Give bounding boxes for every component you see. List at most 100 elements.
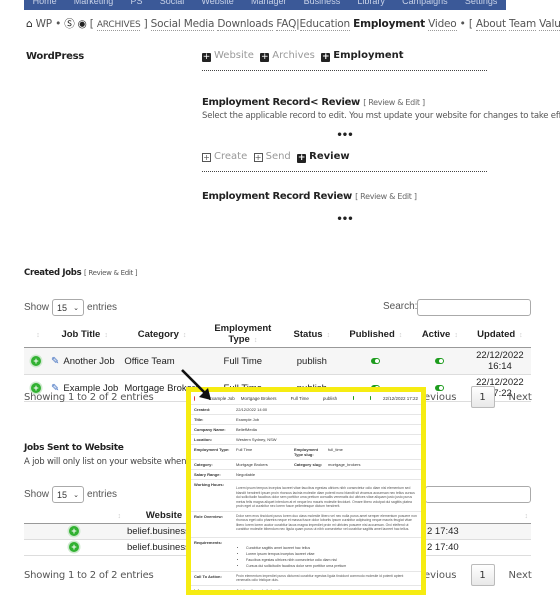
page-button[interactable]: 1	[470, 386, 495, 408]
sub-nav-downloads[interactable]: Downloads	[217, 18, 273, 31]
previous-button[interactable]: evious	[424, 570, 457, 581]
pipe-separator: |	[296, 18, 300, 30]
column-header-category[interactable]: Category ↕	[121, 321, 203, 348]
entries-select[interactable]: 15 ⌄	[52, 299, 85, 316]
tab-label: Archives	[272, 50, 315, 61]
column-header-job-title[interactable]: Job Title ↕	[48, 321, 122, 348]
next-button[interactable]: Next	[509, 392, 532, 403]
expand-row-icon[interactable]: +	[31, 382, 41, 393]
job-title-link[interactable]: Another Job	[63, 356, 114, 367]
wordpress-label: WordPress	[26, 51, 84, 62]
page-button[interactable]: 1	[470, 564, 495, 586]
column-header-control[interactable]: ↕	[24, 508, 124, 524]
preview-type: Full Time	[290, 395, 309, 401]
detail-row: Location: Western Sydney, NSW	[191, 434, 421, 444]
tab-send[interactable]: + Send	[253, 151, 291, 162]
sub-nav-social-media[interactable]: Social Media	[150, 18, 214, 31]
pointer-arrow-icon	[181, 369, 211, 400]
sort-icon: ↕	[117, 513, 122, 520]
sort-icon: ↕	[182, 331, 187, 339]
bracket-open: [	[89, 18, 94, 30]
published-toggle-icon[interactable]	[371, 357, 381, 364]
plus-square-icon: +	[321, 52, 331, 62]
top-nav-item[interactable]: Website	[201, 0, 233, 6]
top-nav-item[interactable]: Home	[33, 0, 57, 6]
sub-nav-values[interactable]: Values	[539, 18, 560, 31]
sub-nav-education[interactable]: Education	[299, 18, 350, 31]
column-header-published[interactable]: Published ↕	[340, 321, 411, 348]
review-edit-link[interactable]: [ Review & Edit ]	[363, 98, 425, 107]
home-icon[interactable]: ⌂	[26, 18, 33, 30]
bracket-open: [	[468, 18, 473, 30]
active-toggle-icon	[370, 396, 371, 400]
record-edit-description: Select the applicable record to edit. Yo…	[202, 111, 560, 121]
detail-value: Proin elementum imperdiet purus dictumst…	[236, 573, 404, 583]
published-toggle-icon	[353, 396, 355, 400]
sub-nav-team[interactable]: Team	[509, 18, 536, 31]
top-nav-item[interactable]: Social	[160, 0, 185, 6]
tab-website[interactable]: + Website	[202, 50, 254, 62]
table-info: Showing 1 to 2 of 2 entries	[24, 570, 154, 581]
review-edit-link[interactable]: [ Review & Edit ]	[355, 192, 417, 201]
tab-create[interactable]: + Create	[202, 151, 247, 162]
info-link[interactable]: https://www.beliefmedia.com	[240, 588, 291, 591]
sub-nav-faq[interactable]: FAQ	[276, 18, 296, 31]
detail-key: Requirements:	[194, 539, 223, 545]
top-nav-item[interactable]: Settings	[465, 0, 498, 6]
detail-value: Negotiable	[236, 472, 256, 477]
next-button[interactable]: Next	[509, 570, 532, 581]
column-header-control[interactable]: ↕	[24, 321, 48, 348]
top-nav-item[interactable]: Campaigns	[402, 0, 448, 6]
edit-icon[interactable]: ✎	[51, 356, 59, 367]
chevron-down-icon: ⌄	[73, 491, 80, 499]
active-toggle-icon[interactable]	[435, 357, 445, 364]
more-ellipsis[interactable]: •••	[202, 214, 487, 225]
sub-nav-about[interactable]: About	[475, 18, 506, 31]
entries-value: 15	[57, 302, 68, 313]
tab-employment[interactable]: + Employment	[321, 50, 404, 62]
sub-nav-wp[interactable]: WP	[36, 18, 53, 30]
column-header-employment-type[interactable]: Employment Type ↕	[202, 321, 283, 348]
table-row: + ✎ Another Job Office Team Full Time pub…	[24, 347, 531, 375]
search-label: Search:	[383, 301, 418, 312]
top-nav-item[interactable]: Business	[304, 0, 341, 6]
table-header-row: ↕ Job Title ↕ Category ↕ Employment Type ↕ …	[24, 321, 531, 348]
previous-button[interactable]: evious	[424, 392, 457, 403]
expand-row-icon[interactable]: +	[69, 526, 79, 536]
globe-icon[interactable]: ◉	[78, 18, 87, 30]
sub-nav-archives[interactable]: ARCHIVES	[96, 20, 141, 31]
top-nav-item[interactable]: Marketing	[74, 0, 114, 6]
column-header-updated[interactable]: ↕	[424, 508, 531, 524]
top-nav-item[interactable]: PS	[131, 0, 143, 6]
column-header-updated[interactable]: Updated ↕	[468, 321, 531, 348]
review-edit-link[interactable]: [ Review & Edit ]	[84, 269, 138, 277]
column-header-status[interactable]: Status ↕	[282, 321, 341, 348]
top-nav-item[interactable]: Library	[357, 0, 385, 6]
detail-key: Title:	[194, 417, 204, 422]
column-header-active[interactable]: Active ↕	[410, 321, 469, 348]
wordpress-icon[interactable]: Ⓢ	[64, 18, 75, 30]
pagination: evious 1 Next	[424, 386, 532, 408]
detail-key: Salary Range:	[194, 472, 221, 477]
sub-nav-employment[interactable]: Employment	[353, 18, 425, 30]
detail-key: Category slug:	[294, 462, 323, 467]
top-nav-item[interactable]: Manager	[251, 0, 287, 6]
sort-icon: ↕	[104, 331, 108, 339]
more-ellipsis[interactable]: •••	[202, 130, 487, 141]
sub-nav-video[interactable]: Video	[428, 18, 457, 31]
sort-icon: ↕	[519, 331, 523, 339]
search-input[interactable]	[417, 299, 531, 316]
tab-review[interactable]: + Review	[297, 151, 350, 163]
status-cell: publish	[282, 347, 341, 375]
tab-archives[interactable]: + Archives	[260, 50, 315, 62]
entries-select[interactable]: 15 ⌄	[52, 486, 85, 503]
detail-value[interactable]: ⚬ https://www.beliefmedia.com	[236, 588, 418, 591]
expand-row-icon[interactable]: +	[31, 355, 41, 366]
expand-row-icon[interactable]: +	[69, 542, 79, 552]
top-nav: Home Marketing PS Social Website Manager…	[24, 0, 506, 10]
tab-label: Website	[214, 50, 254, 61]
search-input[interactable]	[425, 486, 531, 503]
detail-value: Dolor sem eros tincidunt purus lorem duo…	[236, 513, 417, 532]
record-review-title: Employment Record Review	[202, 191, 352, 202]
detail-value: Lorem ipsum tempus inceptos laoreet vita…	[236, 486, 415, 508]
